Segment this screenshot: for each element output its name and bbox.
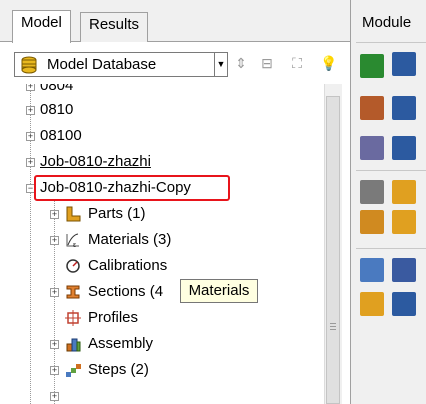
parts-icon xyxy=(66,206,81,222)
cross-icon[interactable] xyxy=(392,292,416,316)
expand-icon[interactable]: + xyxy=(26,132,35,141)
tree-item-0810[interactable]: + 0810 xyxy=(14,98,314,122)
tree-item-label: 0810 xyxy=(40,101,74,118)
module-label: Module xyxy=(362,14,412,31)
tab-results[interactable]: Results xyxy=(80,12,149,43)
scrollbar-thumb[interactable] xyxy=(326,96,340,404)
tree-item-label: Job-0810-zhazhi xyxy=(40,153,151,170)
expand-icon[interactable]: + xyxy=(50,366,59,375)
tree-item-label: Profiles xyxy=(88,309,139,326)
tree-item-label: Sections (4 xyxy=(88,283,164,300)
solid-extrude-icon[interactable] xyxy=(392,180,416,204)
tree-item-label: Steps (2) xyxy=(88,361,149,378)
tree-item-08100[interactable]: + 08100 xyxy=(14,124,314,148)
materials-icon: ε xyxy=(66,233,79,249)
datum-manager-icon[interactable] xyxy=(392,136,416,160)
database-icon xyxy=(21,56,37,74)
part-manager-icon[interactable] xyxy=(392,52,416,76)
model-database-value: Model Database xyxy=(47,56,157,73)
plane-icon[interactable] xyxy=(360,292,384,316)
tree-item-label: Parts (1) xyxy=(88,205,146,222)
tab-results-label: Results xyxy=(89,16,140,33)
tree-item-label: Assembly xyxy=(88,335,154,352)
steps-icon xyxy=(66,364,81,377)
expand-icon[interactable]: + xyxy=(26,84,35,91)
tree-item-calibrations[interactable]: Calibrations xyxy=(14,254,314,278)
filter-tree-icon[interactable]: ⛶ xyxy=(286,52,308,74)
tree-item-job-0810-zhazhi[interactable]: + Job-0810-zhazhi xyxy=(14,150,314,174)
calibrations-icon xyxy=(66,259,80,273)
create-part-icon[interactable] xyxy=(360,54,384,78)
create-sketch-icon[interactable] xyxy=(360,96,384,120)
tree-item-label: 08100 xyxy=(40,127,82,144)
assembly-icon xyxy=(66,338,81,352)
tree-item-label: 0804 xyxy=(40,84,74,94)
expand-icon[interactable]: + xyxy=(26,158,35,167)
tree-item-label: Calibrations xyxy=(88,257,168,274)
tree-item-0804[interactable]: + 0804 xyxy=(14,84,314,98)
tab-model-label: Model xyxy=(21,14,62,31)
partition-icon[interactable] xyxy=(360,258,384,282)
tree-item-cut[interactable]: + xyxy=(14,384,314,404)
tree-item-assembly[interactable]: + Assembly xyxy=(14,332,314,356)
expand-icon[interactable]: + xyxy=(50,340,59,349)
model-database-select[interactable]: Model Database ▼ xyxy=(14,52,228,77)
expand-icon[interactable]: + xyxy=(50,210,59,219)
lightbulb-icon[interactable]: 💡 xyxy=(318,52,340,74)
tree-item-steps[interactable]: + Steps (2) xyxy=(14,358,314,382)
tree-item-label: Materials (3) xyxy=(88,231,172,248)
expand-icon[interactable]: + xyxy=(50,236,59,245)
tree-item-parts[interactable]: + Parts (1) xyxy=(14,202,314,226)
solid-revolve-icon[interactable] xyxy=(360,210,384,234)
rotate-icon[interactable] xyxy=(392,258,416,282)
solid-sweep-icon[interactable] xyxy=(392,210,416,234)
model-tree: + 0804 + 0810 + 08100 + Job-0810-zhazhi … xyxy=(14,84,324,404)
dropdown-arrow-icon[interactable]: ▼ xyxy=(214,53,227,76)
query-icon[interactable] xyxy=(360,180,384,204)
create-datum-icon[interactable] xyxy=(360,136,384,160)
profiles-icon xyxy=(65,310,81,326)
tree-item-sections[interactable]: + Sections (4 xyxy=(14,280,314,304)
tree-item-profiles[interactable]: Profiles xyxy=(14,306,314,330)
expand-icon[interactable]: + xyxy=(50,288,59,297)
tree-item-materials[interactable]: + ε Materials (3) xyxy=(14,228,314,252)
sort-arrows-icon[interactable]: ⇕ xyxy=(230,52,252,74)
tab-model[interactable]: Model xyxy=(12,10,71,43)
collapse-tree-icon[interactable]: ⊟ xyxy=(256,52,278,74)
tab-bar: Model Results xyxy=(0,0,350,43)
selection-highlight xyxy=(34,175,230,201)
expand-icon[interactable]: + xyxy=(50,392,59,401)
tooltip: Materials xyxy=(180,279,258,303)
sketch-manager-icon[interactable] xyxy=(392,96,416,120)
expand-icon[interactable]: + xyxy=(26,106,35,115)
svg-text:ε: ε xyxy=(73,242,76,249)
sections-icon xyxy=(66,285,80,299)
